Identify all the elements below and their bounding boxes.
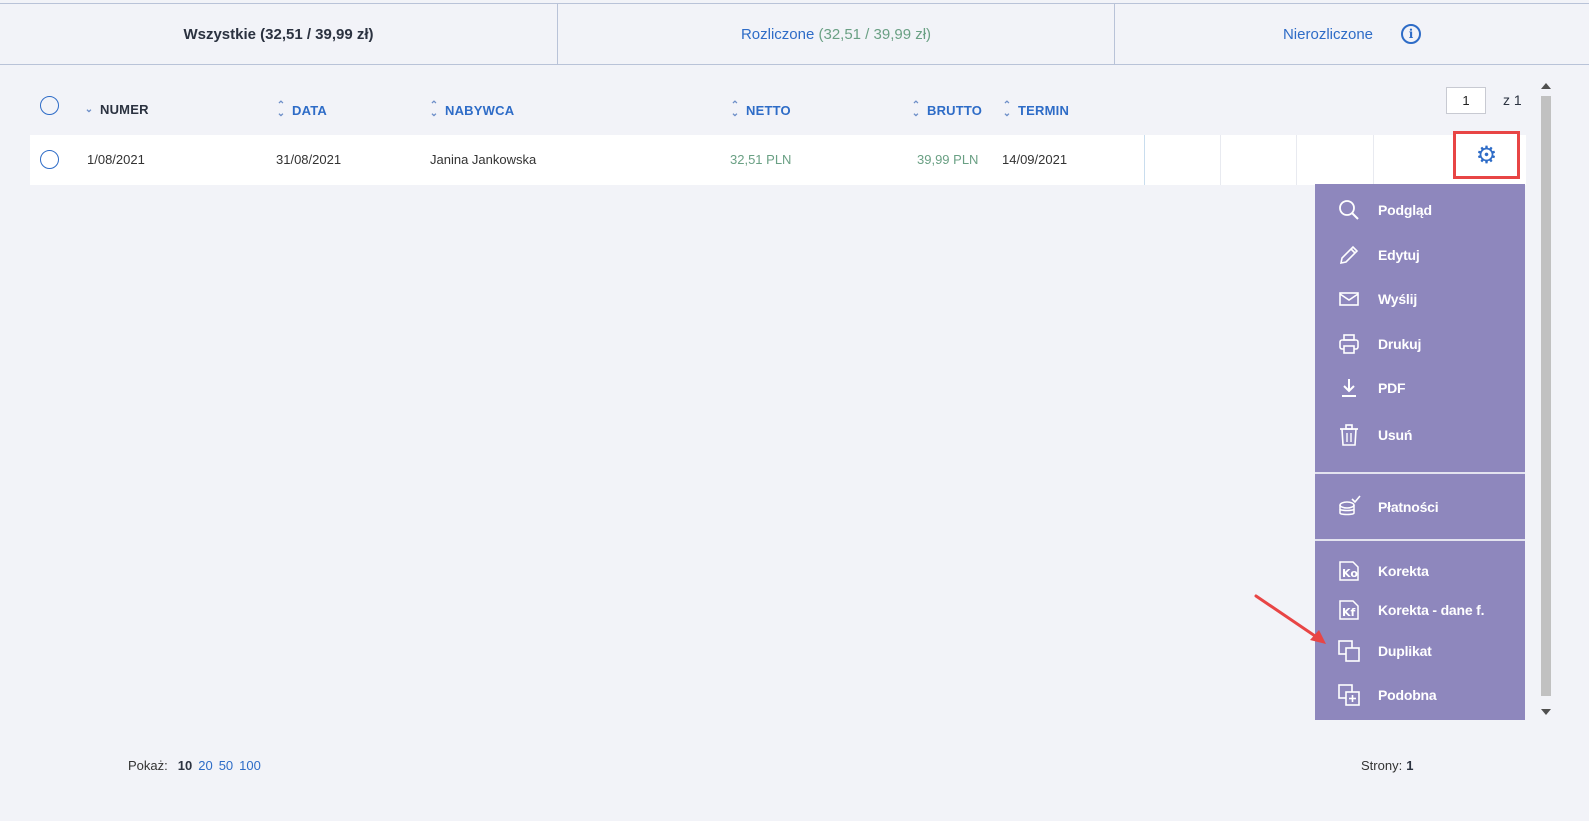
row-actions-button[interactable]: ⚙ bbox=[1453, 131, 1520, 179]
column-header-data-label: DATA bbox=[292, 102, 327, 118]
menu-item-label: Podobna bbox=[1378, 687, 1437, 703]
menu-item-label: Usuń bbox=[1378, 427, 1413, 443]
column-header-netto[interactable]: ⌃ ⌄ NETTO bbox=[730, 100, 791, 119]
menu-item-korekta-dane[interactable]: Kf Korekta - dane f. bbox=[1315, 592, 1525, 628]
column-header-netto-label: NETTO bbox=[746, 102, 791, 118]
svg-text:Ko: Ko bbox=[1342, 567, 1358, 580]
page-size-option[interactable]: 100 bbox=[239, 758, 261, 773]
cell-data: 31/08/2021 bbox=[276, 152, 342, 167]
menu-item-label: Wyślij bbox=[1378, 291, 1418, 307]
column-divider bbox=[1144, 135, 1145, 185]
coins-check-icon bbox=[1339, 495, 1361, 516]
scroll-up-icon[interactable] bbox=[1541, 83, 1551, 89]
cell-termin: 14/09/2021 bbox=[1002, 152, 1068, 167]
correction-data-icon: Kf bbox=[1339, 600, 1359, 620]
menu-item-label: Płatności bbox=[1378, 499, 1439, 515]
page-size-option[interactable]: 50 bbox=[219, 758, 233, 773]
menu-item-korekta[interactable]: Ko Korekta bbox=[1315, 553, 1525, 589]
svg-text:Kf: Kf bbox=[1342, 606, 1356, 619]
tab-settled-label: Rozliczone bbox=[740, 25, 815, 43]
printer-icon bbox=[1339, 334, 1359, 354]
menu-item-label: Drukuj bbox=[1378, 336, 1422, 352]
tab-settled-amount: (32,51 / 39,99 zł) bbox=[818, 25, 932, 43]
page-size-active: 10 bbox=[177, 758, 193, 773]
sort-icon: ⌃ ⌄ bbox=[429, 100, 439, 119]
envelope-icon bbox=[1339, 292, 1359, 306]
trash-icon bbox=[1340, 424, 1358, 446]
cell-netto: 32,51 PLN bbox=[730, 152, 792, 167]
menu-item-drukuj[interactable]: Drukuj bbox=[1315, 326, 1525, 362]
page-size-option[interactable]: 20 bbox=[198, 758, 212, 773]
row-actions-menu: Podgląd Edytuj Wyślij Drukuj PDF Usuń Pł… bbox=[1315, 184, 1525, 720]
table-row[interactable]: 1/08/2021 31/08/2021 Janina Jankowska 32… bbox=[30, 135, 1526, 185]
search-icon bbox=[1339, 200, 1359, 220]
column-header-nabywca[interactable]: ⌃ ⌄ NABYWCA bbox=[429, 100, 515, 119]
menu-item-label: Korekta bbox=[1378, 563, 1429, 579]
tab-unsettled[interactable]: Nierozliczone i bbox=[1115, 4, 1589, 64]
pencil-icon bbox=[1339, 245, 1359, 265]
page-size-selector: Pokaż: 10 20 50 100 bbox=[128, 758, 261, 773]
column-divider bbox=[1220, 135, 1221, 185]
sort-icon: ⌃ ⌄ bbox=[730, 100, 740, 119]
gear-icon: ⚙ bbox=[1475, 141, 1498, 169]
column-header-termin-label: TERMIN bbox=[1018, 102, 1070, 118]
row-checkbox[interactable] bbox=[40, 150, 59, 169]
menu-item-podobna[interactable]: Podobna bbox=[1315, 677, 1525, 713]
column-header-data[interactable]: ⌃ ⌄ DATA bbox=[276, 100, 327, 119]
column-divider bbox=[1373, 135, 1374, 185]
scrollbar-thumb[interactable] bbox=[1541, 96, 1551, 696]
menu-item-usun[interactable]: Usuń bbox=[1315, 417, 1525, 453]
sort-icon: ⌃ ⌄ bbox=[276, 100, 286, 119]
cell-numer: 1/08/2021 bbox=[87, 152, 145, 167]
pages-value[interactable]: 1 bbox=[1406, 758, 1413, 773]
cell-nabywca: Janina Jankowska bbox=[430, 152, 537, 167]
duplicate-icon bbox=[1338, 640, 1360, 662]
menu-item-label: Duplikat bbox=[1378, 643, 1432, 659]
copy-add-icon bbox=[1338, 684, 1360, 706]
info-icon[interactable]: i bbox=[1401, 24, 1422, 44]
column-header-termin[interactable]: ⌃ ⌄ TERMIN bbox=[1002, 100, 1070, 119]
select-all-checkbox[interactable] bbox=[40, 96, 59, 115]
column-header-numer[interactable]: ⌄ NUMER bbox=[84, 102, 149, 117]
scroll-down-icon[interactable] bbox=[1541, 709, 1551, 715]
menu-item-wyslij[interactable]: Wyślij bbox=[1315, 281, 1525, 317]
tab-all[interactable]: Wszystkie (32,51 / 39,99 zł) bbox=[0, 4, 558, 64]
pages-indicator: Strony: 1 bbox=[1361, 758, 1413, 773]
page-number-input[interactable]: 1 bbox=[1446, 87, 1486, 114]
column-header-brutto[interactable]: ⌃ ⌄ BRUTTO bbox=[911, 100, 983, 119]
sort-desc-icon: ⌄ bbox=[84, 103, 94, 115]
menu-divider bbox=[1315, 539, 1525, 541]
column-header-nabywca-label: NABYWCA bbox=[445, 102, 515, 118]
tab-settled[interactable]: Rozliczone (32,51 / 39,99 zł) bbox=[558, 4, 1115, 64]
menu-item-label: Edytuj bbox=[1378, 247, 1420, 263]
correction-document-icon: Ko bbox=[1339, 561, 1359, 581]
cell-brutto: 39,99 PLN bbox=[917, 152, 979, 167]
menu-item-platnosci[interactable]: Płatności bbox=[1315, 489, 1525, 525]
column-header-brutto-label: BRUTTO bbox=[927, 102, 983, 118]
download-icon bbox=[1342, 379, 1356, 397]
column-divider bbox=[1296, 135, 1297, 185]
tab-unsettled-label: Nierozliczone bbox=[1282, 25, 1374, 43]
menu-item-podglad[interactable]: Podgląd bbox=[1315, 192, 1525, 228]
menu-item-edytuj[interactable]: Edytuj bbox=[1315, 237, 1525, 273]
menu-divider bbox=[1315, 472, 1525, 474]
column-header-numer-label: NUMER bbox=[100, 102, 149, 117]
sort-icon: ⌃ ⌄ bbox=[911, 100, 921, 119]
filter-tabs: Wszystkie (32,51 / 39,99 zł) Rozliczone … bbox=[0, 3, 1589, 65]
menu-item-label: PDF bbox=[1378, 380, 1406, 396]
annotation-arrow-icon bbox=[1254, 594, 1326, 644]
menu-item-duplikat[interactable]: Duplikat bbox=[1315, 633, 1525, 669]
page-size-label: Pokaż: bbox=[128, 758, 168, 773]
menu-item-label: Podgląd bbox=[1378, 202, 1432, 218]
pages-label: Strony: bbox=[1361, 758, 1403, 773]
page-count-label: z 1 bbox=[1503, 92, 1522, 108]
tab-all-label: Wszystkie (32,51 / 39,99 zł) bbox=[183, 25, 374, 43]
menu-item-pdf[interactable]: PDF bbox=[1315, 370, 1525, 406]
vertical-scrollbar[interactable] bbox=[1537, 78, 1555, 720]
menu-item-label: Korekta - dane f. bbox=[1378, 602, 1485, 618]
sort-icon: ⌃ ⌄ bbox=[1002, 100, 1012, 119]
